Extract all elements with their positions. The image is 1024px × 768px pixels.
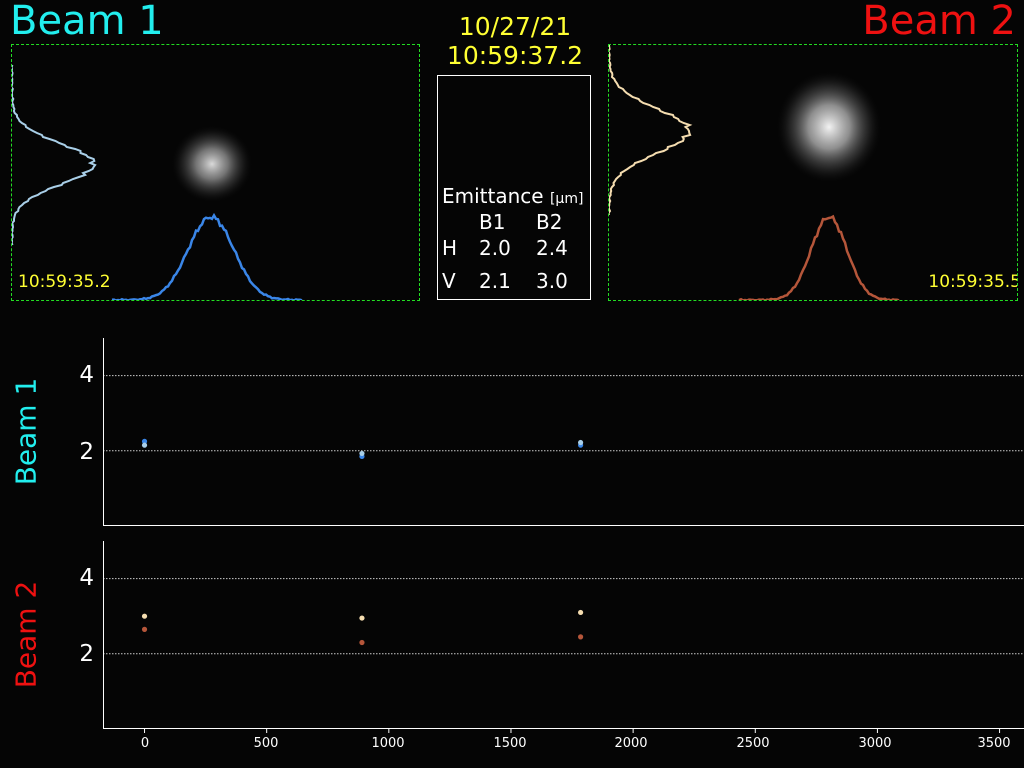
emittance-unit: [μm] [549,191,584,207]
plot1-series1-point [359,450,365,457]
beam1-vertical-profile [12,64,97,246]
plot2-ytick-2: 2 [79,641,94,667]
beam2-spot [777,72,881,182]
beam2-camera-image [609,45,900,300]
plot1-series1-point [578,439,584,446]
acquisition-date: 10/27/21 [458,12,572,41]
emittance-row-v: V [442,269,456,293]
emittance-h-b2: 2.4 [536,236,568,260]
plot1-series1-point [141,442,148,448]
plot2-series1-point [578,609,584,616]
beam1-horizontal-profile [111,212,303,300]
plot1-ytick-4: 4 [79,362,94,388]
beam2-camera-view: 10:59:35.5 [608,44,1018,301]
beam1-camera-view: 10:59:35.2 [11,44,420,301]
plot2-series0-point [578,634,584,640]
beam1-emittance-plot [103,338,1024,526]
beam1-title: Beam 1 [10,0,164,44]
emittance-table: Emittance [μm] B1 B2 H 2.0 2.4 V 2.1 3.0 [437,75,591,300]
emittance-h-b1: 2.0 [479,236,511,260]
xtick-2500: 2500 [736,736,770,751]
beam2-emittance-plot [103,541,1024,733]
xtick-3000: 3000 [858,736,892,751]
acquisition-time: 10:59:37.2 [446,41,584,70]
plot1-ylabel: Beam 1 [9,377,43,486]
xtick-500: 500 [253,736,279,751]
xtick-2000: 2000 [614,736,648,751]
xtick-1000: 1000 [371,736,405,751]
beam1-spot [172,126,252,202]
xtick-3500: 3500 [977,736,1011,751]
acquisition-datetime: 10/27/21 10:59:37.2 [420,12,610,70]
beam2-title: Beam 2 [862,0,1016,44]
plot2-series1-point [359,615,365,621]
plot2-series0-point [141,626,148,632]
emittance-col-b1: B1 [479,210,506,234]
plot2-series0-point [359,639,365,646]
emittance-col-b2: B2 [536,210,563,234]
emittance-title: Emittance [442,184,544,208]
plot1-ytick-2: 2 [79,439,94,465]
plot2-series1-point [141,613,148,619]
beam2-vertical-profile [609,45,693,215]
emittance-v-b1: 2.1 [479,269,511,293]
plot2-ytick-4: 4 [79,565,94,591]
plot2-ylabel: Beam 2 [9,580,43,689]
beam1-camera-image [12,64,303,300]
emittance-v-b2: 3.0 [536,269,568,293]
xtick-0: 0 [140,736,150,751]
xtick-1500: 1500 [493,736,527,751]
beam2-horizontal-profile [738,214,900,300]
beam1-camera-timestamp: 10:59:35.2 [18,272,111,292]
beam2-camera-timestamp: 10:59:35.5 [928,272,1018,292]
emittance-row-h: H [442,236,458,260]
